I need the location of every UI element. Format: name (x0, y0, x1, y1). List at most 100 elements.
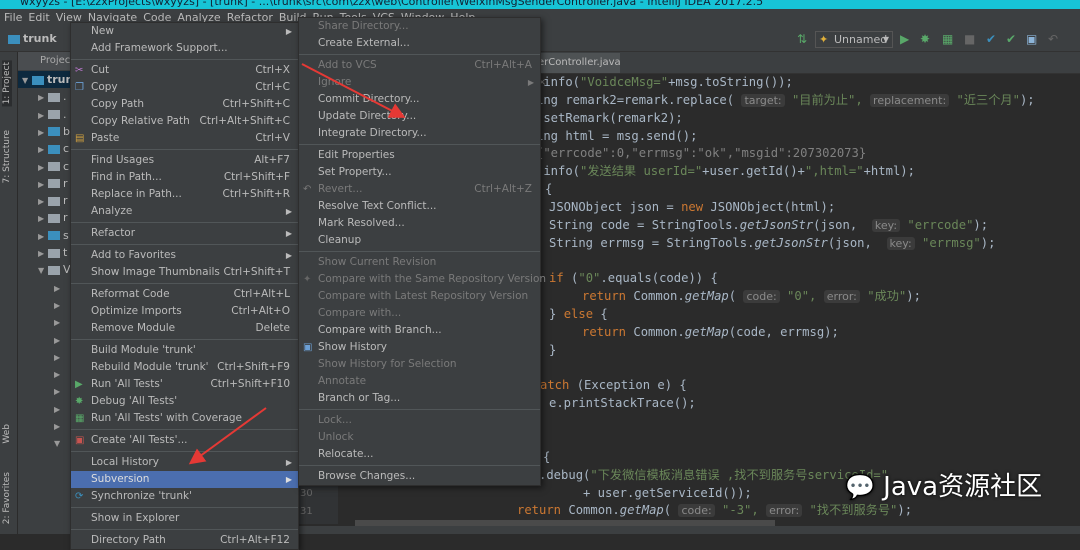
project-tree-row[interactable]: ▶ s (18, 227, 78, 244)
collapsed-arrow-icon[interactable]: ▶ (54, 366, 64, 382)
menu-file[interactable]: File (4, 11, 22, 24)
collapsed-arrow-icon[interactable]: ▶ (38, 89, 48, 105)
undo-icon[interactable]: ↶ (1048, 32, 1058, 46)
project-tree-row[interactable]: ▶ b (18, 123, 78, 140)
project-tree-row[interactable]: ▶ (18, 296, 78, 313)
project-tree-row[interactable]: ▶ (18, 417, 78, 434)
menu-item-cleanup[interactable]: Cleanup (299, 232, 540, 249)
menu-item-copy-path[interactable]: Copy Path Ctrl+Shift+C (71, 96, 298, 113)
project-tree-row[interactable]: ▶. (18, 106, 78, 123)
menu-item-show-image-thumbnails[interactable]: Show Image Thumbnails Ctrl+Shift+T (71, 264, 298, 281)
menu-item-integrate-directory[interactable]: Integrate Directory... (299, 125, 540, 142)
editor-tab[interactable]: erController.java × (530, 53, 621, 88)
menu-item-reformat-code[interactable]: Reformat Code Ctrl+Alt+L (71, 286, 298, 303)
tool-window-structure[interactable]: 7: Structure (2, 130, 12, 184)
menu-item-add-to-favorites[interactable]: Add to Favorites ▶ (71, 247, 298, 264)
menu-item-refactor[interactable]: Refactor ▶ (71, 225, 298, 242)
collapsed-arrow-icon[interactable]: ▶ (38, 107, 48, 123)
menu-item-find-usages[interactable]: Find Usages Alt+F7 (71, 152, 298, 169)
project-tree-row[interactable]: ▶ (18, 331, 78, 348)
vcs-update-icon[interactable]: ✔ (986, 32, 996, 46)
menu-item-debug-all-tests[interactable]: ✸ Debug 'All Tests' (71, 393, 298, 410)
tool-window-web[interactable]: Web (2, 424, 12, 444)
menu-item-subversion[interactable]: Subversion ▶ (71, 471, 298, 488)
project-tree-row[interactable]: ▶ r (18, 192, 78, 209)
collapsed-arrow-icon[interactable]: ▶ (38, 141, 48, 157)
project-tree-row[interactable]: ▶ (18, 400, 78, 417)
project-tree-row[interactable]: ▼ (18, 434, 78, 451)
menu-item-add-framework-support[interactable]: Add Framework Support... (71, 40, 298, 57)
menu-item-copy-relative-path[interactable]: Copy Relative Path Ctrl+Alt+Shift+C (71, 113, 298, 130)
menu-item-run-all-tests-with-coverage[interactable]: ▦ Run 'All Tests' with Coverage (71, 410, 298, 427)
project-tree-row[interactable]: ▶ c (18, 158, 78, 175)
menu-item-show-in-explorer[interactable]: Show in Explorer (71, 510, 298, 527)
collapsed-arrow-icon[interactable]: ▶ (54, 401, 64, 417)
menu-item-set-property[interactable]: Set Property... (299, 164, 540, 181)
menu-item-annotate[interactable]: Annotate (299, 373, 540, 390)
menu-item-paste[interactable]: ▤ Paste Ctrl+V (71, 130, 298, 147)
collapsed-arrow-icon[interactable]: ▶ (38, 210, 48, 226)
project-tree-row[interactable]: ▼ trunk (18, 71, 78, 88)
project-tree-row[interactable]: ▶ r (18, 175, 78, 192)
expanded-arrow-icon[interactable]: ▼ (54, 435, 64, 451)
project-tree-row[interactable]: ▶ r (18, 209, 78, 226)
menu-item-compare-with-latest-repository-version[interactable]: Compare with Latest Repository Version (299, 288, 540, 305)
menu-item-analyze[interactable]: Analyze ▶ (71, 203, 298, 220)
menu-item-relocate[interactable]: Relocate... (299, 446, 540, 463)
stop-icon[interactable]: ■ (964, 32, 975, 46)
project-tree-row[interactable]: ▶ (18, 348, 78, 365)
menu-item-compare-with-branch[interactable]: Compare with Branch... (299, 322, 540, 339)
expanded-arrow-icon[interactable]: ▼ (22, 72, 32, 88)
project-tree-row[interactable]: ▶ t (18, 244, 78, 261)
collapsed-arrow-icon[interactable]: ▶ (38, 124, 48, 140)
menu-item-new[interactable]: New ▶ (71, 23, 298, 40)
menu-item-unlock[interactable]: Unlock (299, 429, 540, 446)
menu-item-build-module-trunk[interactable]: Build Module 'trunk' (71, 342, 298, 359)
vcs-history-icon[interactable]: ▣ (1026, 32, 1037, 46)
menu-item-resolve-text-conflict[interactable]: Resolve Text Conflict... (299, 198, 540, 215)
menu-item-create-external[interactable]: Create External... (299, 35, 540, 52)
menu-item-remove-module[interactable]: Remove Module Delete (71, 320, 298, 337)
vcs-commit-icon[interactable]: ✔ (1006, 32, 1016, 46)
menu-item-find-in-path[interactable]: Find in Path... Ctrl+Shift+F (71, 169, 298, 186)
collapsed-arrow-icon[interactable]: ▶ (38, 176, 48, 192)
tool-window-project[interactable]: 1: Project (2, 60, 12, 107)
menu-item-create-all-tests[interactable]: ▣ Create 'All Tests'... (71, 432, 298, 449)
menu-item-update-directory[interactable]: Update Directory... (299, 108, 540, 125)
collapsed-arrow-icon[interactable]: ▶ (54, 332, 64, 348)
menu-item-compare-with-the-same-repository-version[interactable]: ✦ Compare with the Same Repository Versio… (299, 271, 546, 288)
menu-item-local-history[interactable]: Local History ▶ (71, 454, 298, 471)
menu-item-show-history-for-selection[interactable]: Show History for Selection (299, 356, 540, 373)
collapsed-arrow-icon[interactable]: ▶ (54, 314, 64, 330)
menu-item-revert[interactable]: ↶ Revert... Ctrl+Alt+Z (299, 181, 540, 198)
menu-item-replace-in-path[interactable]: Replace in Path... Ctrl+Shift+R (71, 186, 298, 203)
run-config-dropdown[interactable]: ✦ Unnamed ▼ (815, 31, 893, 48)
collapsed-arrow-icon[interactable]: ▶ (38, 159, 48, 175)
project-tree-row[interactable]: ▶ (18, 313, 78, 330)
collapsed-arrow-icon[interactable]: ▶ (54, 297, 64, 313)
menu-edit[interactable]: Edit (28, 11, 49, 24)
menu-item-share-directory[interactable]: Share Directory... (299, 18, 540, 35)
expanded-arrow-icon[interactable]: ▼ (38, 262, 48, 278)
collapsed-arrow-icon[interactable]: ▶ (54, 418, 64, 434)
menu-item-mark-resolved[interactable]: Mark Resolved... (299, 215, 540, 232)
menu-item-synchronize-trunk[interactable]: ⟳ Synchronize 'trunk' (71, 488, 298, 505)
menu-item-show-current-revision[interactable]: Show Current Revision (299, 254, 540, 271)
vcs-update-arrows-icon[interactable]: ⇅ (797, 32, 807, 46)
menu-item-optimize-imports[interactable]: Optimize Imports Ctrl+Alt+O (71, 303, 298, 320)
menu-item-edit-properties[interactable]: Edit Properties (299, 147, 540, 164)
menu-item-show-history[interactable]: ▣ Show History (299, 339, 540, 356)
breadcrumb-project[interactable]: trunk (8, 32, 57, 45)
menu-item-copy[interactable]: ❐ Copy Ctrl+C (71, 79, 298, 96)
collapsed-arrow-icon[interactable]: ▶ (54, 383, 64, 399)
menu-item-add-to-vcs[interactable]: Add to VCS Ctrl+Alt+A (299, 57, 540, 74)
project-tree-row[interactable]: ▶ (18, 382, 78, 399)
menu-item-compare-with[interactable]: Compare with... (299, 305, 540, 322)
collapsed-arrow-icon[interactable]: ▶ (38, 245, 48, 261)
debug-icon[interactable]: ✸ (920, 32, 930, 46)
menu-item-lock[interactable]: Lock... (299, 412, 540, 429)
tool-window-favorites[interactable]: 2: Favorites (2, 472, 12, 524)
project-tree-row[interactable]: ▶ (18, 365, 78, 382)
menu-item-run-all-tests[interactable]: ▶ Run 'All Tests' Ctrl+Shift+F10 (71, 376, 298, 393)
menu-item-commit-directory[interactable]: Commit Directory... (299, 91, 540, 108)
